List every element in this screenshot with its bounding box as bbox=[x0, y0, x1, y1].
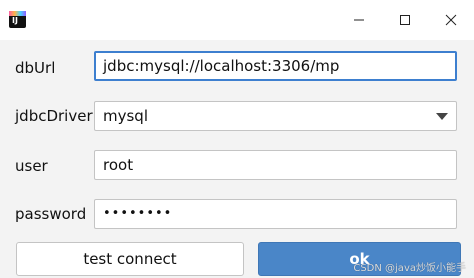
watermark: CSDN @java炒饭小能手 bbox=[353, 263, 466, 274]
chevron-down-icon[interactable] bbox=[436, 113, 448, 120]
minimize-icon bbox=[354, 19, 364, 21]
app-icon: IJ bbox=[9, 11, 26, 28]
user-label: user bbox=[15, 157, 48, 175]
dburl-label: dbUrl bbox=[15, 59, 56, 77]
jdbc-driver-label: jdbcDriver bbox=[15, 107, 93, 125]
maximize-button[interactable] bbox=[382, 0, 428, 40]
password-input[interactable]: •••••••• bbox=[94, 199, 457, 229]
close-icon bbox=[445, 14, 457, 26]
title-bar: IJ bbox=[0, 0, 474, 40]
jdbc-driver-select[interactable]: mysql bbox=[94, 101, 457, 131]
test-connect-button[interactable]: test connect bbox=[16, 242, 244, 276]
close-button[interactable] bbox=[428, 0, 474, 40]
user-input[interactable]: root bbox=[94, 150, 457, 180]
dburl-input[interactable]: jdbc:mysql://localhost:3306/mp bbox=[94, 51, 457, 81]
minimize-button[interactable] bbox=[336, 0, 382, 40]
maximize-icon bbox=[400, 15, 410, 25]
jdbc-driver-value: mysql bbox=[103, 107, 148, 125]
password-label: password bbox=[15, 205, 87, 223]
